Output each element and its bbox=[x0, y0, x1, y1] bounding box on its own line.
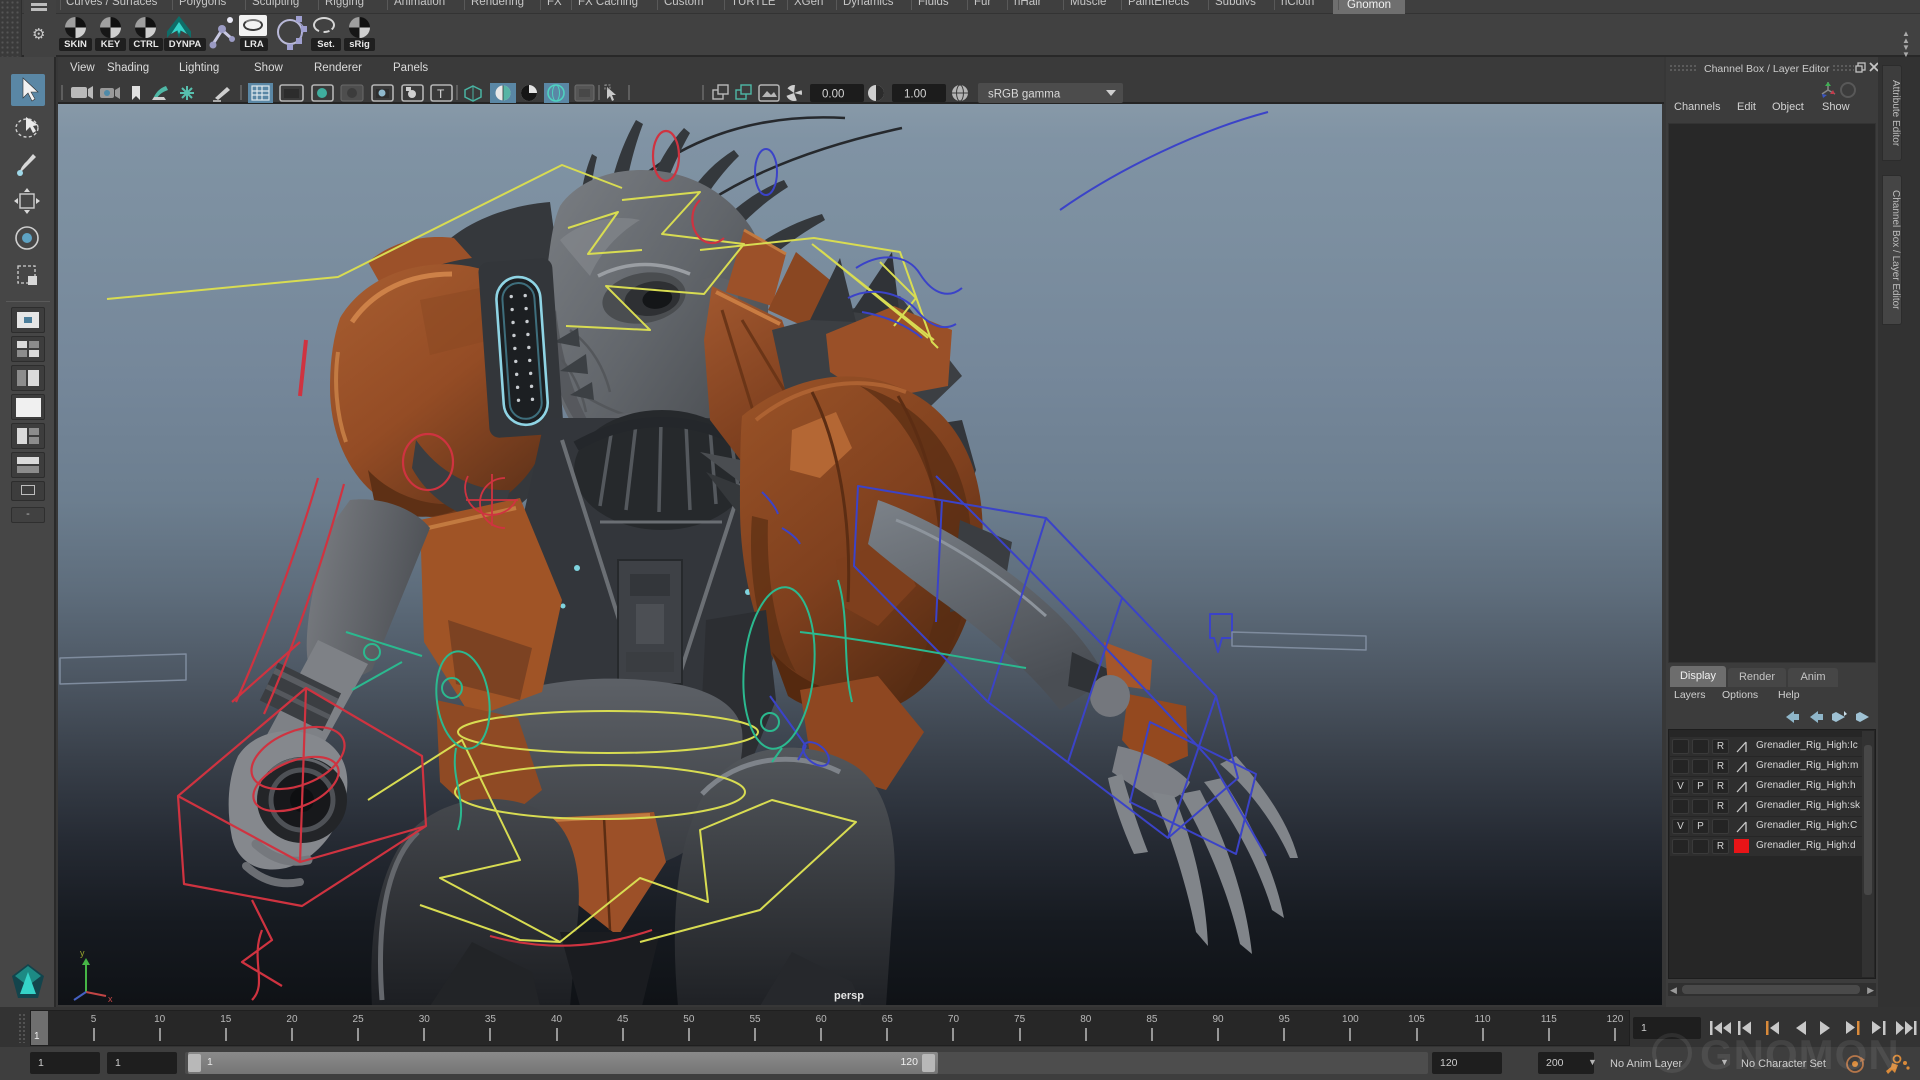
svg-text:1.00: 1.00 bbox=[904, 89, 926, 101]
svg-text:y: y bbox=[80, 948, 85, 958]
svg-text:T: T bbox=[437, 87, 445, 101]
svg-text:x: x bbox=[108, 994, 113, 1004]
svg-text:persp: persp bbox=[834, 990, 864, 1002]
svg-text:sRGB gamma: sRGB gamma bbox=[988, 89, 1061, 101]
svg-text:0.00: 0.00 bbox=[822, 89, 844, 101]
